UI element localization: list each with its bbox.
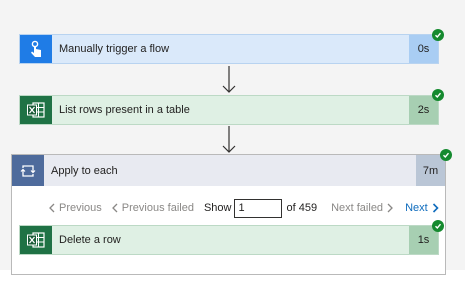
- apply-to-each-duration: 7m: [416, 155, 445, 186]
- excel-icon: [20, 226, 52, 254]
- show-label: Show: [203, 202, 232, 214]
- check-icon: [432, 89, 444, 101]
- arrow-down-icon: [222, 126, 236, 153]
- previous-failed-label: Previous failed: [121, 202, 194, 214]
- apply-to-each-container: Apply to each 7m Previous Previous faile…: [11, 154, 446, 275]
- iteration-count-label: of 459: [286, 202, 318, 214]
- iteration-number-input[interactable]: [234, 198, 283, 218]
- list-rows-step-title: List rows present in a table: [59, 104, 190, 116]
- trigger-step-title: Manually trigger a flow: [59, 43, 170, 55]
- delete-row-step-title: Delete a row: [59, 234, 121, 246]
- apply-to-each-header[interactable]: Apply to each 7m: [12, 155, 445, 186]
- check-icon: [432, 29, 444, 41]
- next-failed-button[interactable]: Next failed: [331, 202, 393, 214]
- loop-icon: [12, 155, 44, 186]
- previous-button[interactable]: Previous: [49, 202, 102, 214]
- chevron-left-icon: [49, 203, 55, 213]
- chevron-right-icon: [387, 203, 393, 213]
- chevron-left-icon: [111, 203, 118, 213]
- previous-failed-button[interactable]: Previous failed: [111, 202, 194, 214]
- check-icon: [440, 149, 452, 161]
- next-label: Next: [405, 202, 428, 214]
- delete-row-step-card[interactable]: Delete a row 1s: [19, 225, 439, 255]
- apply-to-each-title: Apply to each: [51, 164, 118, 177]
- trigger-step-card[interactable]: Manually trigger a flow 0s: [19, 34, 439, 64]
- list-rows-step-card[interactable]: List rows present in a table 2s: [19, 95, 439, 125]
- list-rows-step-duration: 2s: [409, 96, 438, 124]
- chevron-right-icon: [432, 203, 439, 213]
- hand-tap-icon: [20, 35, 52, 63]
- arrow-down-icon: [222, 66, 236, 93]
- next-button[interactable]: Next: [405, 202, 439, 214]
- check-icon: [432, 220, 444, 232]
- excel-icon: [20, 96, 52, 124]
- iteration-pager: Previous Previous failed Show of 459 Nex…: [12, 197, 445, 219]
- next-failed-label: Next failed: [331, 202, 384, 214]
- previous-label: Previous: [59, 202, 102, 214]
